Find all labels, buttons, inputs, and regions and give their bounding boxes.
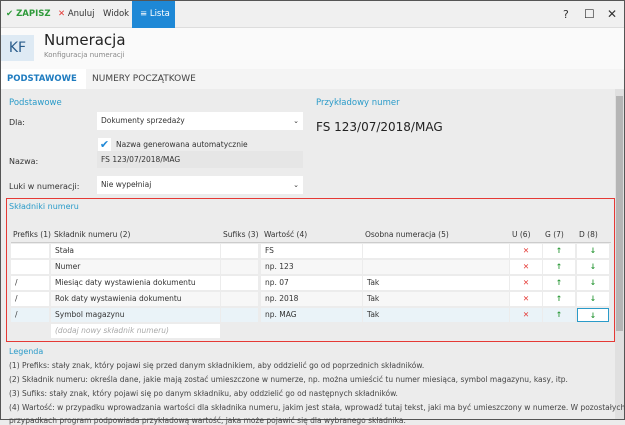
arrow-up-icon[interactable]: ↑ bbox=[543, 292, 575, 306]
delete-icon[interactable]: ✕ bbox=[510, 244, 542, 258]
table-row: / Symbol magazynu np. MAG Tak ✕ ↑ ↓ bbox=[11, 307, 611, 323]
dla-select[interactable]: Dokumenty sprzedaży ⌄ bbox=[97, 112, 303, 130]
cell-name[interactable]: Rok daty wystawienia dokumentu bbox=[51, 292, 220, 306]
list-button[interactable]: ≡ Lista bbox=[132, 1, 175, 28]
luki-label: Luki w numeracji: bbox=[9, 182, 80, 191]
cell-suffix[interactable] bbox=[221, 308, 258, 322]
section-podstawowe: Podstawowe bbox=[9, 98, 62, 108]
dla-value: Dokumenty sprzedaży bbox=[101, 116, 185, 125]
cell-value[interactable]: np. 2018 bbox=[261, 292, 362, 306]
view-button[interactable]: Widok bbox=[103, 1, 129, 28]
cell-value[interactable]: np. 07 bbox=[261, 276, 362, 290]
col-component: Składnik numeru (2) bbox=[54, 230, 131, 239]
cell-suffix[interactable] bbox=[221, 244, 258, 258]
add-component-input[interactable]: (dodaj nowy składnik numeru) bbox=[51, 324, 220, 338]
col-separate: Osobna numeracja (5) bbox=[365, 230, 449, 239]
cell-name[interactable]: Numer bbox=[51, 260, 220, 274]
cell-separate[interactable] bbox=[363, 260, 509, 274]
chevron-down-icon: ⌄ bbox=[293, 117, 299, 125]
table-row: Stała FS ✕ ↑ ↓ bbox=[11, 243, 611, 259]
cell-prefix[interactable]: / bbox=[11, 276, 49, 290]
page-subtitle: Konfiguracja numeracji bbox=[44, 51, 125, 59]
table-row: / Rok daty wystawienia dokumentu np. 2018 T… bbox=[11, 291, 611, 307]
cell-prefix[interactable]: / bbox=[11, 308, 49, 322]
arrow-up-icon[interactable]: ↑ bbox=[543, 308, 575, 322]
nazwa-label: Nazwa: bbox=[9, 157, 39, 166]
cell-prefix[interactable] bbox=[11, 260, 49, 274]
legend-line: (2) Składnik numeru: określa dane, jakie… bbox=[9, 375, 568, 384]
col-prefix: Prefiks (1) bbox=[13, 230, 51, 239]
cell-separate[interactable]: Tak bbox=[363, 292, 509, 306]
scrollbar-thumb[interactable] bbox=[616, 96, 623, 331]
legend-line: (4) Wartość: w przypadku wprowadzania wa… bbox=[9, 403, 625, 412]
tab-podstawowe[interactable]: PODSTAWOWE bbox=[1, 69, 86, 89]
cancel-button[interactable]: ✕ Anuluj bbox=[58, 1, 95, 28]
legend-line: przypadkach program podpowiada przykłado… bbox=[9, 416, 406, 425]
cell-name[interactable]: Miesiąc daty wystawienia dokumentu bbox=[51, 276, 220, 290]
delete-icon[interactable]: ✕ bbox=[510, 292, 542, 306]
close-window-icon[interactable]: ✕ bbox=[607, 1, 617, 28]
arrow-down-icon[interactable]: ↓ bbox=[577, 292, 609, 306]
cell-value[interactable]: np. MAG bbox=[261, 308, 362, 322]
cell-name[interactable]: Stała bbox=[51, 244, 220, 258]
cell-name[interactable]: Symbol magazynu bbox=[51, 308, 220, 322]
cell-value[interactable]: FS bbox=[261, 244, 362, 258]
cell-separate[interactable]: Tak bbox=[363, 276, 509, 290]
arrow-down-icon[interactable]: ↓ bbox=[577, 276, 609, 290]
tab-numery-poczatkowe[interactable]: NUMERY POCZĄTKOWE bbox=[86, 69, 202, 89]
chevron-down-icon: ⌄ bbox=[293, 181, 299, 189]
toolbar: ✔ ZAPISZ ✕ Anuluj Widok ≡ Lista ? ☐ ✕ bbox=[1, 1, 624, 28]
dla-label: Dla: bbox=[9, 118, 25, 127]
luki-select[interactable]: Nie wypełniaj ⌄ bbox=[97, 176, 303, 194]
cell-separate[interactable]: Tak bbox=[363, 308, 509, 322]
cell-value[interactable]: np. 123 bbox=[261, 260, 362, 274]
arrow-down-icon[interactable]: ↓ bbox=[577, 260, 609, 274]
maximize-icon[interactable]: ☐ bbox=[584, 1, 595, 28]
delete-icon[interactable]: ✕ bbox=[510, 308, 542, 322]
cell-suffix[interactable] bbox=[221, 292, 258, 306]
legend-title: Legenda bbox=[9, 347, 44, 356]
col-delete: U (6) bbox=[512, 230, 531, 239]
add-row: (dodaj nowy składnik numeru) bbox=[11, 323, 611, 339]
col-down: D (8) bbox=[579, 230, 598, 239]
nazwa-input[interactable]: FS 123/07/2018/MAG bbox=[97, 151, 303, 168]
arrow-down-icon[interactable]: ↓ bbox=[577, 244, 609, 258]
table-row: / Miesiąc daty wystawienia dokumentu np. 0… bbox=[11, 275, 611, 291]
table-row: Numer np. 123 ✕ ↑ ↓ bbox=[11, 259, 611, 275]
list-icon: ≡ bbox=[140, 9, 148, 19]
luki-value: Nie wypełniaj bbox=[101, 180, 152, 189]
components-title: Składniki numeru bbox=[9, 202, 79, 211]
auto-name-checkbox[interactable]: ✔ bbox=[98, 138, 111, 151]
col-up: G (7) bbox=[545, 230, 564, 239]
scrollbar[interactable] bbox=[615, 89, 624, 419]
delete-icon[interactable]: ✕ bbox=[510, 260, 542, 274]
cell-suffix[interactable] bbox=[221, 276, 258, 290]
module-badge: KF bbox=[1, 35, 34, 61]
arrow-up-icon[interactable]: ↑ bbox=[543, 276, 575, 290]
col-value: Wartość (4) bbox=[264, 230, 308, 239]
save-button[interactable]: ✔ ZAPISZ bbox=[6, 1, 51, 28]
page-title: Numeracja bbox=[44, 31, 126, 49]
legend-line: (1) Prefiks: stały znak, który pojawi si… bbox=[9, 361, 425, 370]
cell-prefix[interactable] bbox=[11, 244, 49, 258]
legend-line: (3) Sufiks: stały znak, który pojawi się… bbox=[9, 389, 398, 398]
arrow-up-icon[interactable]: ↑ bbox=[543, 244, 575, 258]
arrow-up-icon[interactable]: ↑ bbox=[543, 260, 575, 274]
cell-suffix[interactable] bbox=[221, 260, 258, 274]
col-suffix: Sufiks (3) bbox=[223, 230, 259, 239]
check-icon: ✔ bbox=[6, 9, 14, 19]
help-button[interactable]: ? bbox=[563, 1, 569, 28]
auto-name-label: Nazwa generowana automatycznie bbox=[116, 140, 248, 149]
example-label: Przykładowy numer bbox=[316, 98, 400, 108]
close-icon: ✕ bbox=[58, 9, 66, 19]
tab-bar: PODSTAWOWE NUMERY POCZĄTKOWE bbox=[1, 69, 624, 89]
delete-icon[interactable]: ✕ bbox=[510, 276, 542, 290]
cell-prefix[interactable]: / bbox=[11, 292, 49, 306]
arrow-down-icon[interactable]: ↓ bbox=[577, 308, 609, 322]
example-value: FS 123/07/2018/MAG bbox=[316, 120, 443, 134]
cell-separate[interactable] bbox=[363, 244, 509, 258]
